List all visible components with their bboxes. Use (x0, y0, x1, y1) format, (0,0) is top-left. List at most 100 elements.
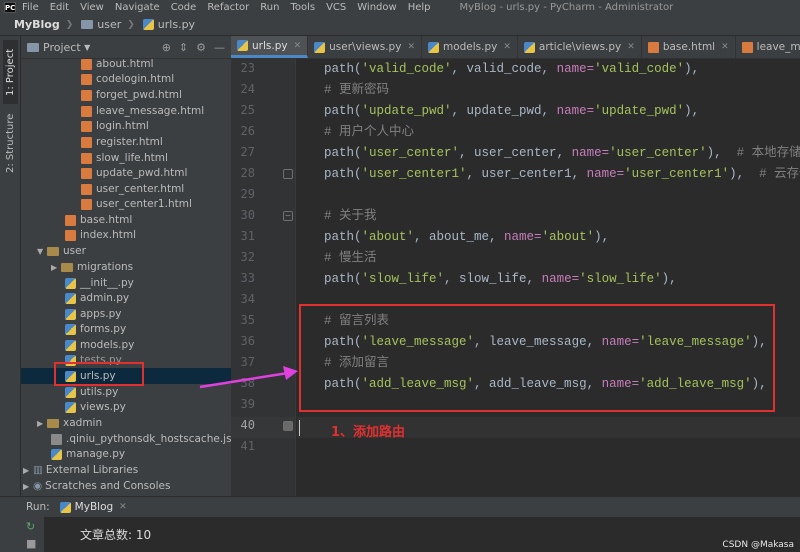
collapse-arrow-icon[interactable]: ▶ (23, 482, 33, 491)
tab-article-views-py[interactable]: article\views.py ✕ (518, 36, 642, 58)
python-file-icon (65, 354, 76, 366)
tree-item[interactable]: register.html (81, 134, 163, 150)
close-icon[interactable]: ✕ (119, 502, 127, 512)
line-number: 38 (240, 376, 255, 390)
locate-icon[interactable]: ⊕ (162, 41, 171, 54)
tree-item[interactable]: __init__.py (65, 275, 134, 291)
line-number: 27 (240, 145, 255, 159)
tree-item[interactable]: utils.py (65, 384, 118, 400)
tool-window-strip: 1: Project 2: Structure (0, 36, 21, 496)
line-number: 31 (240, 229, 255, 243)
tree-item[interactable]: codelogin.html (81, 71, 174, 87)
menu-bar: PC File Edit View Navigate Code Refactor… (0, 0, 800, 14)
tree-item[interactable]: leave_message.html (81, 103, 204, 119)
line-number: 35 (240, 313, 255, 327)
breadcrumb-folder[interactable]: user ❯ (77, 18, 139, 31)
gear-icon[interactable]: ⚙ (196, 41, 206, 54)
tree-folder[interactable]: ▶ xadmin (37, 415, 102, 431)
code-editor[interactable]: path('valid_code', valid_code, name='val… (297, 59, 800, 496)
tab-label: article\views.py (538, 41, 622, 53)
tree-item[interactable]: forms.py (65, 321, 126, 337)
tree-folder[interactable]: ▼ user (37, 243, 86, 259)
menu-refactor[interactable]: Refactor (207, 2, 249, 13)
menu-edit[interactable]: Edit (50, 2, 69, 13)
tree-folder[interactable]: ▶ migrations (51, 259, 133, 275)
watermark: CSDN @Makasa (720, 540, 796, 550)
line-number: 25 (240, 103, 255, 117)
breadcrumb-project-label: MyBlog (14, 18, 60, 31)
breadcrumb-project[interactable]: MyBlog ❯ (0, 18, 77, 31)
tree-item[interactable]: user_center1.html (81, 196, 192, 212)
tree-item[interactable]: login.html (81, 118, 149, 134)
stop-icon[interactable]: ■ (26, 537, 36, 550)
html-file-icon (81, 59, 92, 70)
breadcrumb-file[interactable]: urls.py (139, 18, 199, 31)
tree-item[interactable]: update_pwd.html (81, 165, 187, 181)
tree-item[interactable]: .qiniu_pythonsdk_hostscache.json (51, 431, 231, 447)
close-icon[interactable]: ✕ (503, 42, 511, 52)
tool-tab-project[interactable]: 1: Project (3, 40, 18, 104)
collapse-icon[interactable]: ⇕ (179, 41, 188, 54)
tree-item[interactable]: models.py (65, 337, 134, 353)
tree-item[interactable]: admin.py (65, 290, 129, 306)
tree-item[interactable]: base.html (65, 212, 132, 228)
tree-item[interactable]: manage.py (51, 446, 125, 462)
collapse-arrow-icon[interactable]: ▶ (23, 466, 33, 475)
highlight-box (299, 304, 775, 412)
close-icon[interactable]: ✕ (407, 42, 415, 52)
python-run-icon (59, 501, 71, 513)
expand-arrow-icon[interactable]: ▼ (37, 247, 47, 256)
minimize-icon[interactable]: — (214, 41, 225, 54)
fold-marker-icon[interactable] (283, 169, 293, 179)
tree-item[interactable]: user_center.html (81, 181, 184, 197)
editor-tab-bar: urls.py ✕ user\views.py ✕ models.py ✕ artic… (231, 36, 800, 59)
html-file-icon (65, 229, 76, 241)
menu-vcs[interactable]: VCS (326, 2, 346, 13)
menu-tools[interactable]: Tools (290, 2, 315, 13)
tree-item-selected[interactable]: urls.py (21, 368, 231, 384)
code-line-23: path('valid_code', valid_code, name='val… (324, 62, 700, 76)
tree-item[interactable]: slow_life.html (81, 150, 168, 166)
menu-code[interactable]: Code (171, 2, 197, 13)
close-icon[interactable]: ✕ (627, 42, 635, 52)
tab-models-py[interactable]: models.py ✕ (422, 36, 518, 58)
code-line-33: path('slow_life', slow_life, name='slow_… (324, 272, 677, 286)
menu-window[interactable]: Window (357, 2, 396, 13)
tree-item-label: login.html (96, 120, 149, 132)
html-file-icon (81, 183, 92, 195)
code-line-26: # 用户个人中心 (324, 125, 415, 139)
collapse-arrow-icon[interactable]: ▶ (37, 419, 47, 428)
tree-folder[interactable]: ▶ ▥ External Libraries (23, 462, 138, 478)
project-panel-title[interactable]: Project ▼ (27, 41, 90, 54)
tree-item[interactable]: views.py (65, 399, 126, 415)
text-cursor (299, 420, 300, 436)
rerun-icon[interactable]: ↻ (26, 520, 35, 533)
code-line-25: path('update_pwd', update_pwd, name='upd… (324, 104, 700, 118)
tree-item[interactable]: tests.py (65, 352, 122, 368)
collapse-arrow-icon[interactable]: ▶ (51, 263, 61, 272)
run-tab[interactable]: MyBlog ✕ (59, 501, 127, 513)
tree-folder[interactable]: ▶ ◉ Scratches and Consoles (23, 478, 170, 494)
line-number: 41 (240, 439, 255, 453)
python-file-icon (65, 370, 76, 382)
tab-urls-py[interactable]: urls.py ✕ (231, 36, 309, 58)
menu-file[interactable]: File (22, 2, 39, 13)
tree-item[interactable]: index.html (65, 227, 136, 243)
tool-tab-structure[interactable]: 2: Structure (3, 108, 18, 178)
menu-navigate[interactable]: Navigate (115, 2, 160, 13)
tab-user-views-py[interactable]: user\views.py ✕ (308, 36, 422, 58)
tree-item[interactable]: forget_pwd.html (81, 87, 182, 103)
close-icon[interactable]: ✕ (721, 42, 729, 52)
html-file-icon (81, 167, 92, 179)
close-icon[interactable]: ✕ (294, 41, 302, 51)
menu-run[interactable]: Run (260, 2, 279, 13)
fold-marker-icon[interactable]: − (283, 211, 293, 221)
folder-icon (47, 246, 59, 256)
tree-item[interactable]: apps.py (65, 306, 121, 322)
menu-help[interactable]: Help (408, 2, 431, 13)
html-file-icon (81, 89, 92, 101)
bookmark-icon[interactable] (283, 421, 293, 431)
tab-leave-message-html[interactable]: leave_message.html (736, 36, 800, 58)
tab-base-html[interactable]: base.html ✕ (642, 36, 736, 58)
menu-view[interactable]: View (80, 2, 104, 13)
